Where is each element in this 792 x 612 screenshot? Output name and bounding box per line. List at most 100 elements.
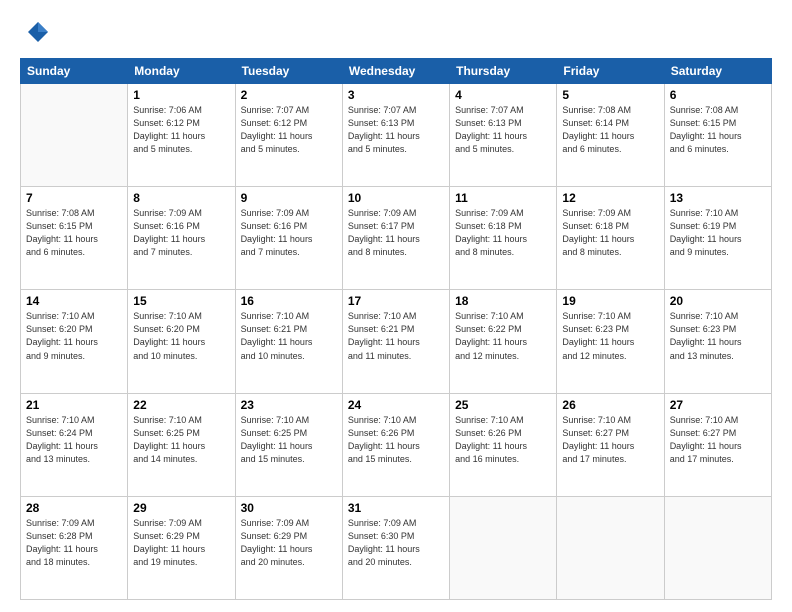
day-cell: 8Sunrise: 7:09 AM Sunset: 6:16 PM Daylig…	[128, 187, 235, 290]
day-cell: 30 Sunrise: 7:09 AM Sunset: 6:29 PM Dayli…	[235, 496, 342, 599]
day-cell: 15 Sunrise: 7:10 AM Sunset: 6:20 PM Dayli…	[128, 290, 235, 393]
day-cell: 13 Sunrise: 7:10 AM Sunset: 6:19 PM Dayli…	[664, 187, 771, 290]
day-info: Sunrise: 7:09 AM Sunset: 6:29 PM Dayligh…	[133, 517, 229, 569]
day-cell: 7 Sunrise: 7:08 AM Sunset: 6:15 PM Daylig…	[21, 187, 128, 290]
day-info: Sunrise: 7:08 AM Sunset: 6:15 PM Dayligh…	[26, 207, 122, 259]
day-info: Sunrise: 7:10 AM Sunset: 6:27 PM Dayligh…	[562, 414, 658, 466]
header-day-sunday: Sunday	[21, 59, 128, 84]
day-cell: 9 Sunrise: 7:09 AM Sunset: 6:16 PM Daylig…	[235, 187, 342, 290]
day-cell: 1 Sunrise: 7:06 AM Sunset: 6:12 PM Daylig…	[128, 84, 235, 187]
day-cell: 11Sunrise: 7:09 AM Sunset: 6:18 PM Dayli…	[450, 187, 557, 290]
day-info: Sunrise: 7:10 AM Sunset: 6:25 PM Dayligh…	[133, 414, 229, 466]
day-number: 18	[455, 294, 551, 308]
day-info: Sunrise: 7:09 AM Sunset: 6:30 PM Dayligh…	[348, 517, 444, 569]
day-number: 9	[241, 191, 337, 205]
day-info: Sunrise: 7:10 AM Sunset: 6:19 PM Dayligh…	[670, 207, 766, 259]
day-info: Sunrise: 7:10 AM Sunset: 6:23 PM Dayligh…	[670, 310, 766, 362]
day-number: 7	[26, 191, 122, 205]
day-info: Sunrise: 7:07 AM Sunset: 6:12 PM Dayligh…	[241, 104, 337, 156]
calendar-header: SundayMondayTuesdayWednesdayThursdayFrid…	[21, 59, 772, 84]
day-info: Sunrise: 7:10 AM Sunset: 6:25 PM Dayligh…	[241, 414, 337, 466]
day-number: 20	[670, 294, 766, 308]
header-day-thursday: Thursday	[450, 59, 557, 84]
day-cell: 2 Sunrise: 7:07 AM Sunset: 6:12 PM Daylig…	[235, 84, 342, 187]
day-info: Sunrise: 7:08 AM Sunset: 6:15 PM Dayligh…	[670, 104, 766, 156]
logo	[20, 18, 54, 48]
day-number: 23	[241, 398, 337, 412]
calendar-table: SundayMondayTuesdayWednesdayThursdayFrid…	[20, 58, 772, 600]
day-cell: 4 Sunrise: 7:07 AM Sunset: 6:13 PM Daylig…	[450, 84, 557, 187]
header-day-tuesday: Tuesday	[235, 59, 342, 84]
day-info: Sunrise: 7:08 AM Sunset: 6:14 PM Dayligh…	[562, 104, 658, 156]
day-cell	[664, 496, 771, 599]
day-number: 2	[241, 88, 337, 102]
day-info: Sunrise: 7:10 AM Sunset: 6:22 PM Dayligh…	[455, 310, 551, 362]
day-cell: 22 Sunrise: 7:10 AM Sunset: 6:25 PM Dayli…	[128, 393, 235, 496]
week-row-1: 1 Sunrise: 7:06 AM Sunset: 6:12 PM Daylig…	[21, 84, 772, 187]
day-number: 24	[348, 398, 444, 412]
day-number: 19	[562, 294, 658, 308]
day-number: 6	[670, 88, 766, 102]
day-number: 15	[133, 294, 229, 308]
day-cell: 3 Sunrise: 7:07 AM Sunset: 6:13 PM Daylig…	[342, 84, 449, 187]
day-info: Sunrise: 7:09 AM Sunset: 6:18 PM Dayligh…	[562, 207, 658, 259]
day-cell: 25Sunrise: 7:10 AM Sunset: 6:26 PM Dayli…	[450, 393, 557, 496]
day-number: 31	[348, 501, 444, 515]
day-cell: 10 Sunrise: 7:09 AM Sunset: 6:17 PM Dayli…	[342, 187, 449, 290]
day-number: 8	[133, 191, 229, 205]
day-number: 11	[455, 191, 551, 205]
day-cell: 12 Sunrise: 7:09 AM Sunset: 6:18 PM Dayli…	[557, 187, 664, 290]
day-cell: 21 Sunrise: 7:10 AM Sunset: 6:24 PM Dayli…	[21, 393, 128, 496]
header-day-friday: Friday	[557, 59, 664, 84]
day-cell: 6 Sunrise: 7:08 AM Sunset: 6:15 PM Daylig…	[664, 84, 771, 187]
day-number: 30	[241, 501, 337, 515]
day-number: 22	[133, 398, 229, 412]
day-number: 14	[26, 294, 122, 308]
day-info: Sunrise: 7:06 AM Sunset: 6:12 PM Dayligh…	[133, 104, 229, 156]
day-info: Sunrise: 7:10 AM Sunset: 6:20 PM Dayligh…	[26, 310, 122, 362]
header-day-monday: Monday	[128, 59, 235, 84]
day-info: Sunrise: 7:10 AM Sunset: 6:26 PM Dayligh…	[348, 414, 444, 466]
day-number: 27	[670, 398, 766, 412]
day-cell: 24 Sunrise: 7:10 AM Sunset: 6:26 PM Dayli…	[342, 393, 449, 496]
header-day-wednesday: Wednesday	[342, 59, 449, 84]
week-row-3: 14 Sunrise: 7:10 AM Sunset: 6:20 PM Dayli…	[21, 290, 772, 393]
week-row-5: 28 Sunrise: 7:09 AM Sunset: 6:28 PM Dayli…	[21, 496, 772, 599]
header-day-saturday: Saturday	[664, 59, 771, 84]
day-number: 4	[455, 88, 551, 102]
day-cell: 27 Sunrise: 7:10 AM Sunset: 6:27 PM Dayli…	[664, 393, 771, 496]
day-info: Sunrise: 7:09 AM Sunset: 6:16 PM Dayligh…	[241, 207, 337, 259]
day-number: 28	[26, 501, 122, 515]
day-info: Sunrise: 7:10 AM Sunset: 6:27 PM Dayligh…	[670, 414, 766, 466]
day-number: 12	[562, 191, 658, 205]
day-info: Sunrise: 7:10 AM Sunset: 6:21 PM Dayligh…	[241, 310, 337, 362]
day-cell: 18 Sunrise: 7:10 AM Sunset: 6:22 PM Dayli…	[450, 290, 557, 393]
day-cell: 17Sunrise: 7:10 AM Sunset: 6:21 PM Dayli…	[342, 290, 449, 393]
page: SundayMondayTuesdayWednesdayThursdayFrid…	[0, 0, 792, 612]
week-row-2: 7 Sunrise: 7:08 AM Sunset: 6:15 PM Daylig…	[21, 187, 772, 290]
day-number: 13	[670, 191, 766, 205]
day-info: Sunrise: 7:09 AM Sunset: 6:28 PM Dayligh…	[26, 517, 122, 569]
day-info: Sunrise: 7:10 AM Sunset: 6:24 PM Dayligh…	[26, 414, 122, 466]
day-number: 16	[241, 294, 337, 308]
day-cell	[21, 84, 128, 187]
day-number: 26	[562, 398, 658, 412]
day-cell	[557, 496, 664, 599]
day-info: Sunrise: 7:10 AM Sunset: 6:20 PM Dayligh…	[133, 310, 229, 362]
day-number: 10	[348, 191, 444, 205]
week-row-4: 21 Sunrise: 7:10 AM Sunset: 6:24 PM Dayli…	[21, 393, 772, 496]
day-info: Sunrise: 7:09 AM Sunset: 6:17 PM Dayligh…	[348, 207, 444, 259]
day-cell	[450, 496, 557, 599]
day-number: 17	[348, 294, 444, 308]
day-number: 3	[348, 88, 444, 102]
day-cell: 14 Sunrise: 7:10 AM Sunset: 6:20 PM Dayli…	[21, 290, 128, 393]
day-cell: 16 Sunrise: 7:10 AM Sunset: 6:21 PM Dayli…	[235, 290, 342, 393]
day-cell: 19Sunrise: 7:10 AM Sunset: 6:23 PM Dayli…	[557, 290, 664, 393]
header	[20, 18, 772, 48]
day-info: Sunrise: 7:07 AM Sunset: 6:13 PM Dayligh…	[348, 104, 444, 156]
day-number: 21	[26, 398, 122, 412]
day-cell: 28 Sunrise: 7:09 AM Sunset: 6:28 PM Dayli…	[21, 496, 128, 599]
day-number: 1	[133, 88, 229, 102]
day-info: Sunrise: 7:07 AM Sunset: 6:13 PM Dayligh…	[455, 104, 551, 156]
day-info: Sunrise: 7:09 AM Sunset: 6:29 PM Dayligh…	[241, 517, 337, 569]
